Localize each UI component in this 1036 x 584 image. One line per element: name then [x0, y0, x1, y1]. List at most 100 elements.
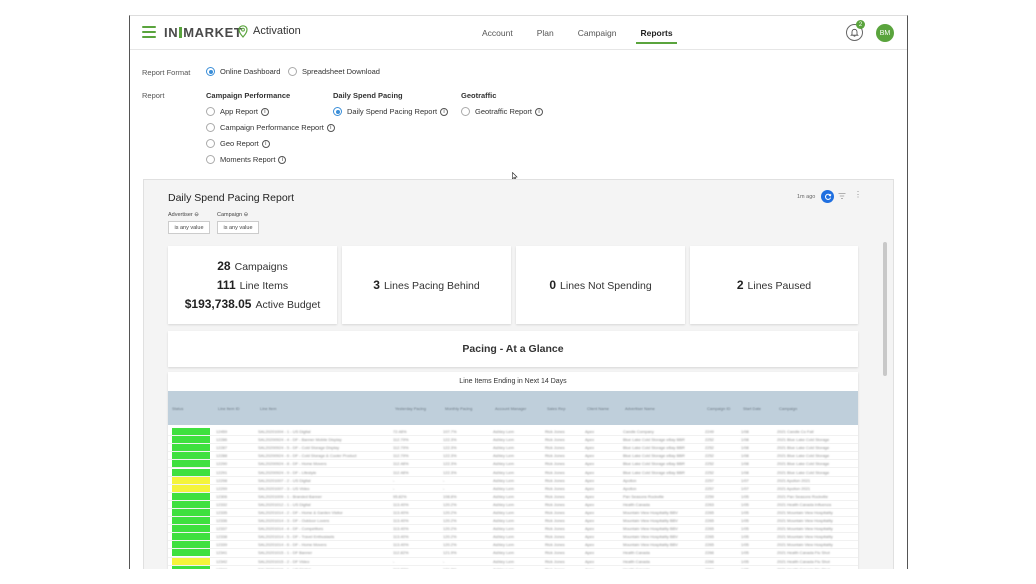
table-row[interactable]: 12459 SAL20201004 - 1 - US Digital 72.48% 1…: [168, 428, 858, 437]
column-header[interactable]: Account Manager: [491, 406, 543, 411]
table-row[interactable]: 12288 SAL20200924 - 6 - DF - Cold Storage…: [168, 452, 858, 461]
table-row[interactable]: 12332 SAL20201012 - 1 - US Digital 113.40%…: [168, 500, 858, 509]
status-indicator: [172, 508, 210, 516]
advertiser-filter-input[interactable]: is any value: [168, 221, 210, 234]
table-cell: 112.48%: [393, 461, 409, 467]
table-cell: Rick Jones: [545, 437, 565, 443]
table-row[interactable]: 12287 SAL20200924 - 5 - DF - Cold Storage…: [168, 444, 858, 453]
table-cell: 122.3%: [443, 445, 457, 451]
group-campaign-performance: Campaign Performance: [206, 91, 291, 100]
table-row[interactable]: 12286 SAL20200924 - 4 - DF - Banner Mobil…: [168, 436, 858, 445]
table-cell: Ashley Lem: [493, 453, 514, 459]
refresh-icon[interactable]: [821, 190, 834, 203]
radio-daily-spend-pacing-report[interactable]: Daily Spend Pacing Report i: [333, 107, 449, 116]
column-header[interactable]: Advertiser Name: [621, 406, 703, 411]
table-cell: 1/05: [741, 526, 749, 532]
table-row[interactable]: 12290 SAL20200924 - 8 - DF - Home Movers 1…: [168, 460, 858, 469]
radio-spreadsheet-download[interactable]: Spreadsheet Download: [288, 67, 380, 76]
status-indicator: [172, 517, 210, 525]
column-header[interactable]: Status: [168, 406, 214, 411]
table-cell: 2265: [705, 534, 714, 540]
table-cell: Apex: [585, 558, 595, 564]
table-row[interactable]: 12299 SAL20201007 - 3 - US Video - - Ashley …: [168, 484, 858, 493]
radio-geo-report[interactable]: Geo Report i: [206, 139, 270, 148]
kpi-card-paused: 2 Lines Paused: [690, 246, 858, 324]
user-avatar[interactable]: BM: [876, 24, 894, 42]
table-cell: 113.40%: [393, 534, 409, 540]
table-cell: SAL20201014 - 4 - DF - Competitors: [258, 526, 324, 532]
table-cell: 2267: [699, 567, 735, 569]
kpi-value: 2: [736, 277, 744, 292]
table-cell: 12288: [216, 453, 228, 459]
table-cell: Ashley Lem: [493, 493, 514, 499]
table-cell: 122.3%: [443, 437, 457, 443]
radio-campaign-performance-report[interactable]: Campaign Performance Report i: [206, 123, 335, 132]
table-cell: 2021 Pan Seasons Rockville: [777, 493, 828, 499]
info-icon[interactable]: i: [326, 123, 335, 132]
tab-account[interactable]: Account: [470, 16, 525, 50]
column-header[interactable]: Start Date: [739, 406, 775, 411]
table-row[interactable]: 12291 SAL20200924 - 9 - DF - Lifestyle 112…: [168, 468, 858, 477]
brand-logo[interactable]: IN MARKET: [164, 25, 242, 40]
column-header[interactable]: Monthly Pacing: [441, 406, 491, 411]
kpi-card-not-spending: 0 Lines Not Spending: [516, 246, 685, 324]
column-header[interactable]: Campaign ID: [703, 406, 739, 411]
table-row[interactable]: 12341 SAL20201015 - 1 - DF Banner 112.82% 1…: [168, 549, 858, 558]
radio-dot: [206, 155, 215, 164]
column-header[interactable]: Yesterday Pacing: [391, 406, 441, 411]
table-cell: 2252: [705, 437, 714, 443]
info-icon[interactable]: i: [534, 107, 543, 116]
table-cell: 2021 Blue Lake Cold Storage: [777, 453, 830, 459]
table-cell: Rick Jones: [545, 461, 565, 467]
stat-label: Line Items: [239, 279, 289, 292]
table-cell: 12459: [216, 429, 228, 435]
app-window: IN MARKET Activation Account Plan Campaig…: [129, 15, 908, 569]
status-indicator: [172, 460, 210, 468]
table-cell: 113.40%: [393, 526, 409, 532]
column-header[interactable]: Client Name: [583, 406, 621, 411]
filter-icon[interactable]: [838, 192, 846, 200]
column-header[interactable]: Line Item ID: [214, 406, 256, 411]
table-cell: 122.3%: [443, 461, 457, 467]
radio-app-report[interactable]: App Report i: [206, 107, 269, 116]
last-updated-label: 1m ago: [797, 194, 816, 200]
table-cell: SAL20201016 - 1 - US Digital: [252, 567, 387, 569]
info-icon[interactable]: i: [440, 107, 449, 116]
tab-reports[interactable]: Reports: [628, 16, 684, 50]
table-cell: Ashley Lem: [493, 534, 514, 540]
column-header[interactable]: Sales Rep: [543, 406, 583, 411]
dashboard-scrollbar[interactable]: [883, 242, 887, 376]
table-cell: Ashley Lem: [493, 550, 514, 556]
table-row[interactable]: 12298 SAL20201007 - 2 - US Digital - - Ashle…: [168, 476, 858, 485]
table-cell: SAL20200924 - 4 - DF - Banner Mobile Dis…: [258, 437, 342, 443]
table-row[interactable]: 12339 SAL20201014 - 6 - DF - Home Movers 1…: [168, 541, 858, 550]
hamburger-menu-icon[interactable]: [142, 26, 156, 38]
tab-plan[interactable]: Plan: [525, 16, 566, 50]
status-indicator: [172, 549, 210, 557]
top-navigation-bar: IN MARKET Activation Account Plan Campaig…: [130, 16, 907, 50]
table-row[interactable]: 12342 SAL20201015 - 2 - DF Video - - Ashley …: [168, 557, 858, 566]
campaign-filter-input[interactable]: is any value: [217, 221, 259, 234]
table-row[interactable]: 12335 SAL20201014 - 2 - DF - Home & Garde…: [168, 508, 858, 518]
table-row[interactable]: 12338 SAL20201014 - 5 - DF - Travel Enthu…: [168, 533, 858, 542]
table-cell: 121.9%: [443, 550, 457, 556]
radio-geotraffic-report[interactable]: Geotraffic Report i: [461, 107, 543, 116]
table-cell: Apex: [585, 461, 595, 467]
radio-moments-report[interactable]: Moments Report i: [206, 155, 287, 164]
info-icon[interactable]: i: [278, 155, 287, 164]
table-row[interactable]: 12344SAL20201016 - 1 - US Digital112.82%…: [168, 565, 858, 569]
table-row[interactable]: 12337 SAL20201014 - 4 - DF - Competitors 1…: [168, 525, 858, 534]
table-row[interactable]: 12336 SAL20201014 - 3 - DF - Outdoor Love…: [168, 517, 858, 526]
column-header[interactable]: Line Item: [256, 406, 391, 411]
info-icon[interactable]: i: [261, 139, 270, 148]
table-cell: Rick Jones: [545, 477, 565, 483]
info-icon[interactable]: i: [260, 107, 269, 116]
table-cell: 12338: [216, 534, 228, 540]
column-header[interactable]: Campaign: [775, 406, 841, 411]
table-cell: 2252: [705, 469, 714, 475]
more-options-icon[interactable]: ⋮: [854, 190, 862, 199]
radio-online-dashboard[interactable]: Online Dashboard: [206, 67, 280, 76]
tab-campaign[interactable]: Campaign: [566, 16, 629, 50]
table-cell: 72.48%: [393, 429, 407, 435]
table-row[interactable]: 12306 SAL20201009 - 1 - Branded Banner 95.…: [168, 492, 858, 501]
